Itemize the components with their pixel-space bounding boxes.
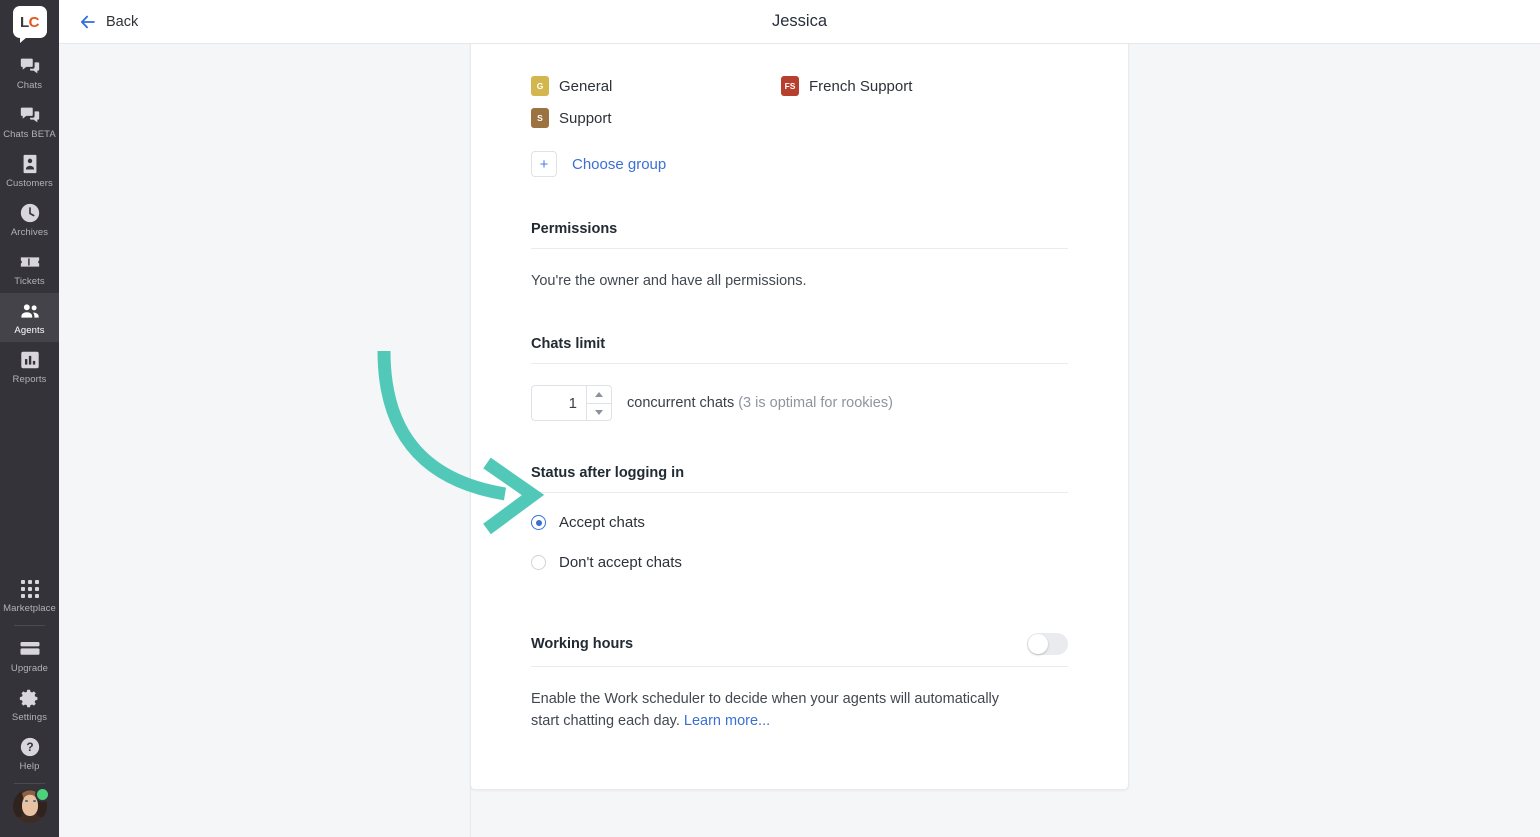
tickets-icon xyxy=(19,251,41,273)
working-hours-toggle[interactable] xyxy=(1027,633,1068,655)
sidebar-item-chats[interactable]: Chats xyxy=(0,48,59,97)
radio-button[interactable] xyxy=(531,555,546,570)
group-item[interactable]: FS French Support xyxy=(781,76,1031,96)
sidebar-item-chats-beta[interactable]: Chats BETA xyxy=(0,97,59,146)
add-group-button[interactable]: + xyxy=(531,151,557,177)
status-after-login-header: Status after logging in xyxy=(531,465,1068,493)
group-name: French Support xyxy=(809,77,913,95)
back-arrow-icon xyxy=(80,15,95,28)
working-hours-body: Enable the Work scheduler to decide when… xyxy=(531,667,1068,732)
group-badge: S xyxy=(531,108,549,128)
sidebar-divider xyxy=(14,625,45,626)
section-title: Permissions xyxy=(531,221,618,237)
sidebar-item-agents[interactable]: Agents xyxy=(0,293,59,342)
logo-letter-c: C xyxy=(28,13,40,31)
sidebar-item-upgrade[interactable]: Upgrade xyxy=(0,631,59,680)
top-header: Back Jessica xyxy=(59,0,1540,44)
sidebar-item-customers[interactable]: Customers xyxy=(0,146,59,195)
chats-limit-body: 1 concurrent chats (3 is optimal for rook… xyxy=(531,364,1068,421)
agent-settings-card: G General FS French Support S Support + … xyxy=(470,44,1129,790)
sidebar-item-label: Tickets xyxy=(14,276,45,287)
working-hours-section: Working hours Enable the Work scheduler … xyxy=(531,633,1068,732)
permissions-text: You're the owner and have all permission… xyxy=(531,273,807,289)
app-root: LC Chats Chats BETA Customers Archives T… xyxy=(0,0,1540,837)
group-name: Support xyxy=(559,109,612,127)
groups-list: G General FS French Support S Support xyxy=(531,44,1068,128)
content-scroll-area: G General FS French Support S Support + … xyxy=(59,44,1540,837)
chats-limit-unit: concurrent chats xyxy=(627,395,735,411)
group-badge: FS xyxy=(781,76,799,96)
agents-icon xyxy=(19,300,41,322)
avatar[interactable] xyxy=(12,787,50,823)
group-item[interactable]: S Support xyxy=(531,108,781,128)
chats-icon xyxy=(19,55,41,77)
archives-icon xyxy=(19,202,41,224)
sidebar-item-label: Chats xyxy=(16,80,43,91)
chats-limit-input[interactable]: 1 xyxy=(532,386,586,420)
main-area: Back Jessica G General FS French Support xyxy=(59,0,1540,837)
sidebar-item-help[interactable]: ? Help xyxy=(0,729,59,778)
chats-beta-icon xyxy=(19,104,41,126)
section-title: Status after logging in xyxy=(531,465,685,481)
sidebar-item-settings[interactable]: Settings xyxy=(0,680,59,729)
working-hours-header: Working hours xyxy=(531,633,1068,667)
customers-icon xyxy=(19,153,41,175)
sidebar-item-label: Chats BETA xyxy=(3,129,56,140)
gear-icon xyxy=(19,687,41,709)
livechat-logo[interactable]: LC xyxy=(12,6,47,43)
radio-label: Accept chats xyxy=(559,514,645,531)
marketplace-icon xyxy=(19,578,41,600)
permissions-body: You're the owner and have all permission… xyxy=(531,249,1068,292)
sidebar-item-label: Upgrade xyxy=(10,663,49,674)
sidebar-item-label: Marketplace xyxy=(3,603,56,614)
sidebar-item-marketplace[interactable]: Marketplace xyxy=(0,571,59,620)
section-title: Chats limit xyxy=(531,336,606,352)
status-badge xyxy=(34,787,50,802)
radio-label: Don't accept chats xyxy=(559,554,682,571)
sidebar-divider xyxy=(14,783,45,784)
back-button[interactable]: Back xyxy=(73,9,144,35)
reports-icon xyxy=(19,349,41,371)
choose-group-row: + Choose group xyxy=(531,151,1068,177)
learn-more-link[interactable]: Learn more... xyxy=(684,713,770,729)
sidebar-item-label: Archives xyxy=(10,227,49,238)
chevron-up-icon xyxy=(595,392,603,397)
logo-letter-l: L xyxy=(19,13,29,31)
sidebar-item-archives[interactable]: Archives xyxy=(0,195,59,244)
group-name: General xyxy=(559,77,613,95)
group-badge: G xyxy=(531,76,549,96)
chats-limit-stepper[interactable]: 1 xyxy=(531,385,612,421)
radio-button[interactable] xyxy=(531,515,546,530)
status-after-login-body: Accept chats Don't accept chats xyxy=(531,493,1068,571)
permissions-header: Permissions xyxy=(531,221,1068,249)
chats-limit-section: Chats limit 1 concurrent chats (3 is opt… xyxy=(531,336,1068,421)
group-item[interactable]: G General xyxy=(531,76,781,96)
help-icon: ? xyxy=(19,736,41,758)
chats-limit-header: Chats limit xyxy=(531,336,1068,364)
stepper-increment-button[interactable] xyxy=(587,386,611,403)
sidebar-item-label: Agents xyxy=(14,325,45,336)
radio-option-dont-accept-chats[interactable]: Don't accept chats xyxy=(531,554,1068,571)
radio-option-accept-chats[interactable]: Accept chats xyxy=(531,514,1068,531)
choose-group-link[interactable]: Choose group xyxy=(572,156,666,173)
sidebar-item-label: Help xyxy=(19,761,40,772)
back-label: Back xyxy=(106,13,139,30)
sidebar-item-label: Reports xyxy=(12,374,47,385)
chats-limit-hint: (3 is optimal for rookies) xyxy=(738,395,893,411)
section-title: Working hours xyxy=(531,636,634,652)
status-after-login-section: Status after logging in Accept chats Don… xyxy=(531,465,1068,571)
page-title: Jessica xyxy=(771,12,828,30)
sidebar-item-label: Settings xyxy=(11,712,48,723)
toggle-knob xyxy=(1028,634,1048,654)
left-rail xyxy=(59,44,471,837)
upgrade-icon xyxy=(19,638,41,660)
main-sidebar: LC Chats Chats BETA Customers Archives T… xyxy=(0,0,59,837)
sidebar-item-label: Customers xyxy=(6,178,53,189)
sidebar-item-reports[interactable]: Reports xyxy=(0,342,59,391)
svg-text:?: ? xyxy=(26,740,33,754)
stepper-decrement-button[interactable] xyxy=(587,403,611,420)
chevron-down-icon xyxy=(595,409,603,415)
sidebar-item-tickets[interactable]: Tickets xyxy=(0,244,59,293)
permissions-section: Permissions You're the owner and have al… xyxy=(531,221,1068,292)
